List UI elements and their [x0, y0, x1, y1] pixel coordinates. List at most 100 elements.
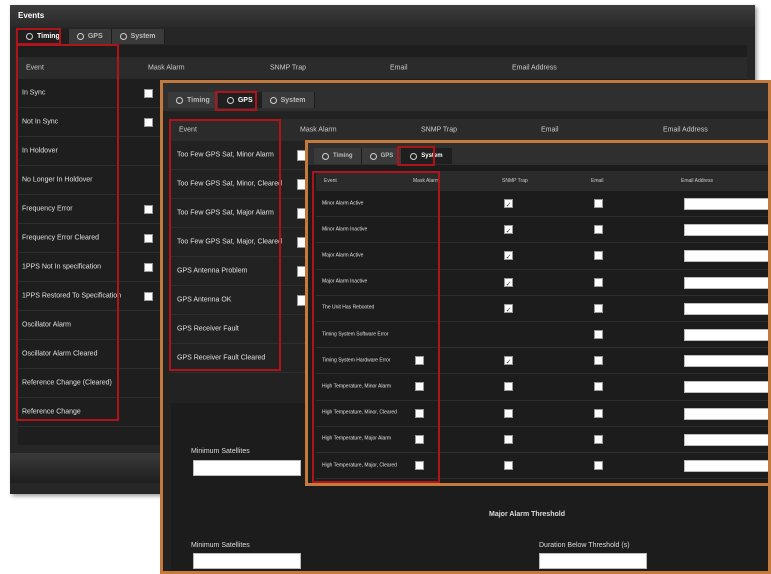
email-address-input[interactable]	[684, 407, 768, 420]
event-label: High Temperature, Major, Cleared	[322, 462, 397, 469]
duration-below-threshold-input[interactable]	[539, 553, 647, 569]
email-checkbox[interactable]	[594, 461, 603, 470]
event-label: Reference Change (Cleared)	[22, 379, 112, 387]
checkmark-icon: ✓	[505, 359, 512, 367]
column-email: Email	[591, 178, 604, 184]
table-header: Event Mask Alarm SNMP Trap Email Email A…	[316, 171, 768, 191]
table-row: High Temperature, Major Alarm	[316, 427, 768, 453]
column-email: Email	[541, 126, 559, 134]
tab-system[interactable]: System	[402, 148, 452, 164]
snmp-trap-checkbox[interactable]: ✓	[504, 303, 513, 314]
column-event: Event	[179, 126, 197, 134]
event-label: GPS Antenna Problem	[177, 267, 248, 275]
table-row: High Temperature, Minor, Cleared	[316, 401, 768, 427]
event-label: Too Few GPS Sat, Minor Alarm	[177, 151, 274, 159]
column-event: Event	[26, 64, 44, 72]
table-row: High Temperature, Major, Cleared	[316, 453, 768, 480]
tab-gps[interactable]: GPS	[68, 29, 112, 44]
tab-gps[interactable]: GPS	[218, 92, 262, 108]
snmp-trap-checkbox[interactable]	[504, 382, 513, 392]
tab-timing[interactable]: Timing	[18, 29, 69, 44]
table-header: Event Mask Alarm SNMP Trap Email Email A…	[18, 57, 747, 79]
email-address-input[interactable]	[684, 433, 768, 446]
table-row: Major Alarm Active ✓	[316, 243, 768, 270]
mask-alarm-checkbox[interactable]	[415, 434, 424, 444]
mask-alarm-checkbox[interactable]	[144, 292, 153, 301]
column-snmp-trap: SNMP Trap	[502, 178, 528, 184]
email-address-input[interactable]	[684, 460, 768, 472]
mask-alarm-checkbox[interactable]	[144, 118, 153, 127]
email-checkbox[interactable]	[594, 434, 603, 444]
mask-alarm-checkbox[interactable]	[415, 461, 424, 470]
mask-alarm-checkbox[interactable]	[144, 205, 153, 214]
tab-timing[interactable]: Timing	[168, 92, 219, 108]
column-mask-alarm: Mask Alarm	[300, 126, 337, 134]
snmp-trap-checkbox[interactable]: ✓	[504, 277, 513, 288]
snmp-trap-checkbox[interactable]	[504, 434, 513, 444]
email-address-input[interactable]	[684, 250, 768, 263]
mask-alarm-checkbox[interactable]	[144, 263, 153, 272]
radio-dot-icon	[26, 33, 33, 40]
email-checkbox[interactable]	[594, 330, 603, 339]
email-address-input[interactable]	[684, 355, 768, 368]
column-email: Email	[390, 64, 408, 72]
email-address-input[interactable]	[684, 224, 768, 237]
email-address-input[interactable]	[684, 276, 768, 289]
column-email-address: Email Address	[663, 126, 708, 134]
tab-label: GPS	[237, 96, 253, 104]
email-address-input[interactable]	[684, 198, 768, 210]
tab-system[interactable]: System	[111, 29, 165, 44]
email-address-input[interactable]	[684, 329, 768, 341]
snmp-trap-checkbox[interactable]	[504, 461, 513, 470]
snmp-trap-checkbox[interactable]: ✓	[504, 356, 513, 367]
major-min-satellites-input[interactable]	[193, 553, 301, 569]
email-address-input[interactable]	[684, 381, 768, 394]
snmp-trap-checkbox[interactable]: ✓	[504, 225, 513, 235]
column-email-address: Email Address	[512, 64, 557, 72]
radio-dot-icon	[322, 152, 329, 160]
email-checkbox[interactable]	[594, 356, 603, 366]
checkmark-icon: ✓	[505, 202, 512, 209]
email-checkbox[interactable]	[594, 251, 603, 261]
tab-system[interactable]: System	[261, 92, 315, 108]
column-mask-alarm: Mask Alarm	[413, 178, 440, 184]
email-address-input[interactable]	[684, 302, 768, 315]
tab-label: System	[421, 153, 443, 159]
mask-alarm-checkbox[interactable]	[415, 356, 424, 366]
email-checkbox[interactable]	[594, 382, 603, 392]
tab-label: System	[130, 33, 156, 40]
mask-alarm-checkbox[interactable]	[144, 234, 153, 243]
major-alarm-threshold-title: Major Alarm Threshold	[489, 511, 565, 518]
tab-bar: Timing GPS System	[18, 29, 165, 44]
radio-dot-icon	[119, 33, 127, 40]
radio-dot-icon	[369, 152, 377, 160]
minor-min-satellites-input[interactable]	[193, 460, 301, 476]
radio-dot-icon	[226, 96, 234, 104]
tab-gps[interactable]: GPS	[361, 148, 403, 164]
mask-alarm-checkbox[interactable]	[415, 382, 424, 392]
email-checkbox[interactable]	[594, 408, 603, 418]
tab-label: System	[280, 96, 306, 104]
mask-alarm-checkbox[interactable]	[415, 408, 424, 418]
mask-alarm-checkbox[interactable]	[144, 89, 153, 98]
table-header: Event Mask Alarm SNMP Trap Email Email A…	[171, 119, 768, 141]
snmp-trap-checkbox[interactable]: ✓	[504, 251, 513, 262]
tab-timing[interactable]: Timing	[314, 148, 362, 164]
event-label: GPS Antenna OK	[177, 296, 232, 304]
email-checkbox[interactable]	[594, 277, 603, 287]
email-checkbox[interactable]	[594, 199, 603, 208]
checkmark-icon: ✓	[505, 254, 512, 262]
event-label: 1PPS Restored To Specification	[22, 292, 122, 300]
tab-label: Timing	[37, 33, 60, 40]
email-checkbox[interactable]	[594, 303, 603, 313]
radio-dot-icon	[269, 96, 277, 104]
radio-dot-icon	[410, 152, 418, 160]
email-checkbox[interactable]	[594, 225, 603, 235]
snmp-trap-checkbox[interactable]	[504, 408, 513, 418]
snmp-trap-checkbox[interactable]: ✓	[504, 199, 513, 209]
event-label: Major Alarm Inactive	[322, 278, 368, 285]
event-label: 1PPS Not In specification	[22, 263, 101, 271]
minor-min-satellites-label: Minimum Satellites	[191, 448, 250, 455]
event-label: Frequency Error Cleared	[22, 234, 100, 242]
table-row: Minor Alarm Inactive ✓	[316, 217, 768, 244]
